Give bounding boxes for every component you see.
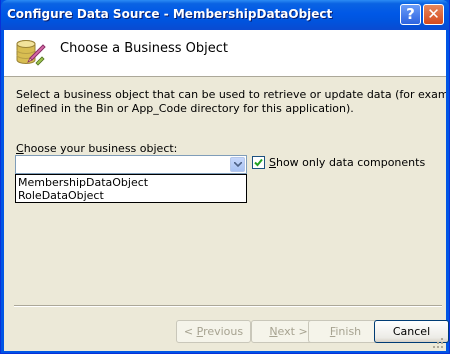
next-button-text: ext > [277,325,308,338]
business-object-combobox[interactable] [15,155,247,174]
help-button[interactable]: ? [400,4,421,25]
business-object-label-accesskey: C [16,142,24,155]
finish-button[interactable]: Finish [308,320,383,343]
cancel-button-label: Cancel [392,325,431,338]
show-only-data-components-label[interactable]: Show only data components [269,156,425,169]
show-only-data-components-accesskey: S [269,156,276,169]
dropdown-option[interactable]: MembershipDataObject [18,176,148,189]
page-title: Choose a Business Object [60,41,229,56]
wizard-header: Choose a Business Object [4,30,446,77]
resize-grip-icon[interactable] [432,337,444,349]
finish-button-text: inish [335,325,362,338]
dialog-window: Configure Data Source - MembershipDataOb… [0,0,450,354]
business-object-label: Choose your business object: [16,142,177,155]
previous-button-text: revious [203,325,244,338]
window-title: Configure Data Source - MembershipDataOb… [7,7,333,21]
page-description: Select a business object that can be use… [16,88,446,115]
title-bar[interactable]: Configure Data Source - MembershipDataOb… [1,0,449,30]
business-object-dropdown-list[interactable]: MembershipDataObject RoleDataObject [15,174,247,203]
business-object-label-text: hoose your business object: [23,142,178,155]
close-icon: ✕ [427,5,440,23]
show-only-data-components-checkbox[interactable] [252,156,265,169]
previous-button[interactable]: < Previous [176,320,251,343]
help-icon: ? [406,5,415,23]
dropdown-option[interactable]: RoleDataObject [18,189,104,202]
next-button-accesskey: N [269,325,278,338]
database-wizard-icon [16,40,46,66]
combobox-dropdown-button[interactable] [230,157,245,172]
previous-button-prefix: < [183,325,197,338]
checkmark-icon [254,158,263,167]
button-divider [14,305,442,307]
show-only-data-components-text: how only data components [275,156,426,169]
close-button[interactable]: ✕ [423,4,444,25]
dialog-client-area: Choose a Business Object Select a busine… [4,30,449,351]
chevron-down-icon [234,162,242,167]
